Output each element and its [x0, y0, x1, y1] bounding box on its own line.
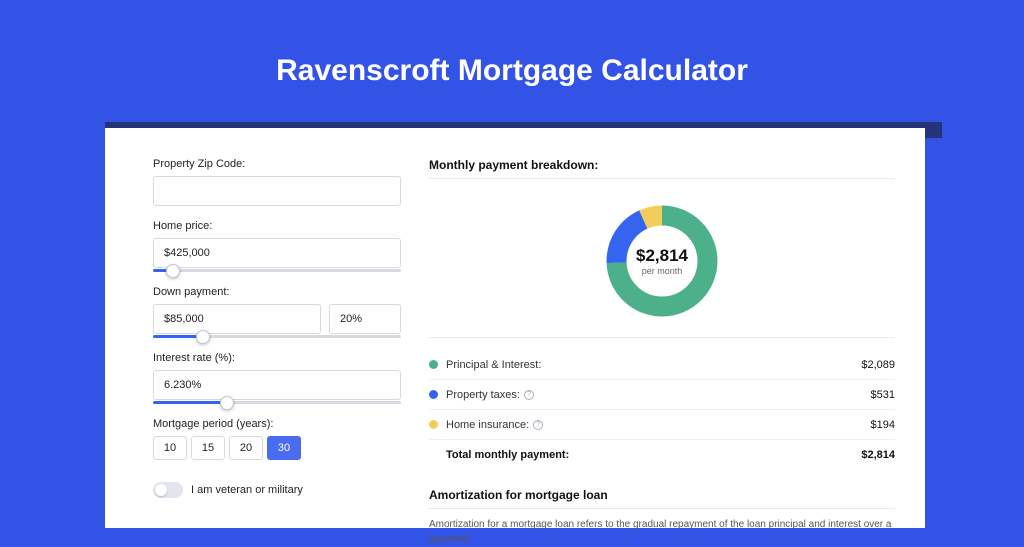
home-price-slider[interactable] — [153, 269, 401, 272]
slider-thumb[interactable] — [220, 396, 234, 410]
legend-dot-icon — [429, 420, 438, 429]
down-payment-amount-input[interactable] — [153, 304, 321, 334]
mortgage-period-field: Mortgage period (years): 10 15 20 30 — [153, 418, 401, 460]
divider — [429, 508, 895, 509]
legend-label: Principal & Interest: — [446, 359, 861, 371]
amortization-text: Amortization for a mortgage loan refers … — [429, 517, 895, 547]
inputs-column: Property Zip Code: Home price: Down paym… — [153, 158, 401, 528]
mortgage-period-label: Mortgage period (years): — [153, 418, 401, 430]
legend-value: $2,089 — [861, 359, 895, 371]
period-option-10[interactable]: 10 — [153, 436, 187, 460]
donut-center: $2,814 per month — [636, 246, 688, 276]
donut-sublabel: per month — [636, 266, 688, 276]
zip-field: Property Zip Code: — [153, 158, 401, 206]
legend: Principal & Interest: $2,089 Property ta… — [429, 350, 895, 470]
slider-thumb[interactable] — [196, 330, 210, 344]
down-payment-label: Down payment: — [153, 286, 401, 298]
legend-value: $194 — [871, 419, 895, 431]
info-icon[interactable]: ? — [533, 420, 543, 430]
interest-rate-field: Interest rate (%): — [153, 352, 401, 404]
interest-rate-input[interactable] — [153, 370, 401, 400]
legend-text: Principal & Interest: — [446, 359, 541, 371]
period-option-30[interactable]: 30 — [267, 436, 301, 460]
veteran-toggle[interactable] — [153, 482, 183, 498]
page-title: Ravenscroft Mortgage Calculator — [0, 0, 1024, 112]
calculator-panel: Property Zip Code: Home price: Down paym… — [105, 128, 925, 528]
interest-rate-label: Interest rate (%): — [153, 352, 401, 364]
donut-chart: $2,814 per month — [429, 191, 895, 331]
legend-text: Property taxes: — [446, 389, 520, 401]
legend-text: Home insurance: — [446, 419, 529, 431]
down-payment-percent-input[interactable] — [329, 304, 401, 334]
divider — [429, 178, 895, 179]
toggle-knob — [155, 484, 167, 496]
legend-label: Home insurance: ? — [446, 419, 871, 431]
zip-input[interactable] — [153, 176, 401, 206]
amortization-title: Amortization for mortgage loan — [429, 488, 895, 502]
home-price-label: Home price: — [153, 220, 401, 232]
info-icon[interactable]: ? — [524, 390, 534, 400]
legend-row-principal: Principal & Interest: $2,089 — [429, 350, 895, 380]
veteran-label: I am veteran or military — [191, 484, 303, 496]
down-payment-slider[interactable] — [153, 335, 401, 338]
period-option-15[interactable]: 15 — [191, 436, 225, 460]
period-option-20[interactable]: 20 — [229, 436, 263, 460]
home-price-input[interactable] — [153, 238, 401, 268]
zip-label: Property Zip Code: — [153, 158, 401, 170]
slider-thumb[interactable] — [166, 264, 180, 278]
donut-amount: $2,814 — [636, 246, 688, 266]
legend-value: $531 — [871, 389, 895, 401]
legend-dot-icon — [429, 360, 438, 369]
legend-row-taxes: Property taxes: ? $531 — [429, 380, 895, 410]
down-payment-field: Down payment: — [153, 286, 401, 338]
home-price-field: Home price: — [153, 220, 401, 272]
interest-rate-slider[interactable] — [153, 401, 401, 404]
legend-row-insurance: Home insurance: ? $194 — [429, 410, 895, 440]
breakdown-column: Monthly payment breakdown: $2,814 per mo… — [401, 158, 895, 528]
legend-value: $2,814 — [861, 449, 895, 461]
breakdown-title: Monthly payment breakdown: — [429, 158, 895, 172]
legend-label: Property taxes: ? — [446, 389, 871, 401]
legend-label: Total monthly payment: — [446, 449, 861, 461]
divider — [429, 337, 895, 338]
legend-dot-icon — [429, 390, 438, 399]
veteran-row: I am veteran or military — [153, 482, 401, 498]
legend-row-total: Total monthly payment: $2,814 — [429, 440, 895, 470]
